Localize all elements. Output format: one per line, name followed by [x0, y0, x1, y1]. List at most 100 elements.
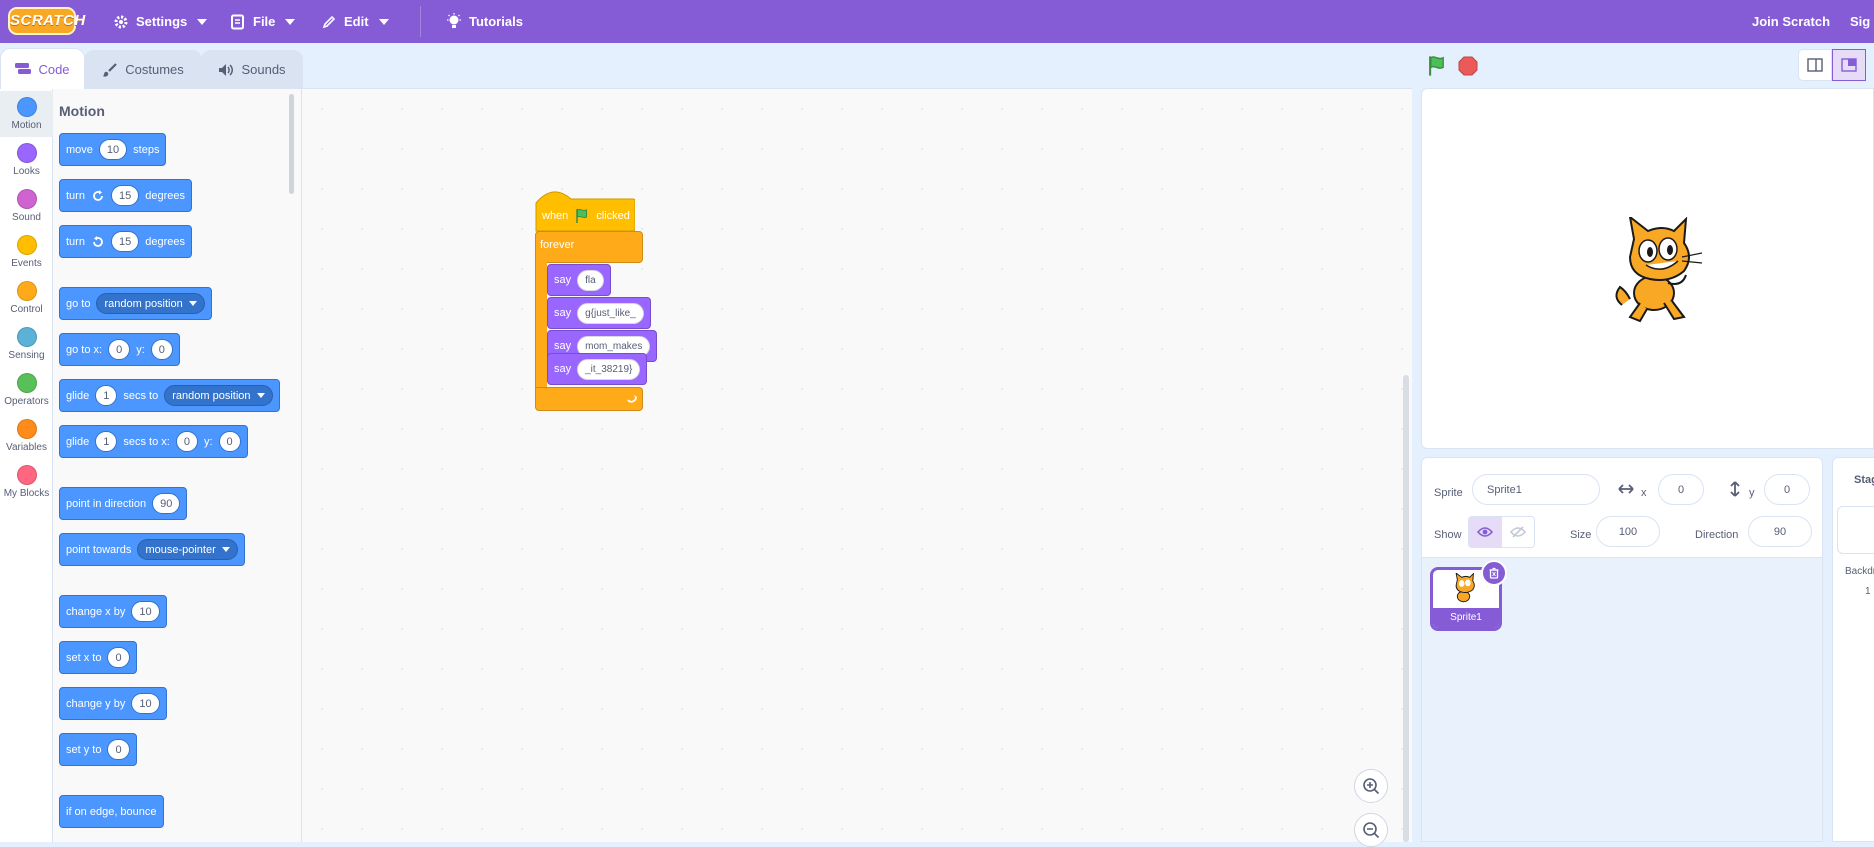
- point-target-dropdown[interactable]: mouse-pointer: [137, 539, 238, 560]
- size-input[interactable]: 100: [1596, 516, 1660, 547]
- palette-scrollbar[interactable]: [289, 94, 294, 194]
- go-to-target-dropdown[interactable]: random position: [96, 293, 205, 314]
- block-say[interactable]: say g{just_like_: [547, 297, 651, 329]
- settings-menu[interactable]: Settings: [113, 0, 208, 43]
- dx-input[interactable]: 10: [131, 601, 160, 622]
- block-set-y[interactable]: set y to 0: [59, 733, 137, 766]
- sprite-name-input[interactable]: Sprite1: [1472, 474, 1600, 505]
- block-if-on-edge-bounce[interactable]: if on edge, bounce: [59, 795, 164, 828]
- category-operators[interactable]: Operators: [0, 367, 53, 413]
- normal-stage-button[interactable]: [1832, 49, 1866, 81]
- edit-menu[interactable]: Edit: [321, 0, 389, 43]
- secs-input[interactable]: 1: [95, 431, 118, 452]
- block-say[interactable]: say fla: [547, 264, 611, 296]
- loop-arrow-icon: [627, 395, 637, 403]
- join-scratch-link[interactable]: Join Scratch: [1752, 0, 1830, 43]
- stage-canvas[interactable]: [1421, 88, 1874, 449]
- tutorials-button[interactable]: Tutorials: [446, 0, 523, 43]
- small-stage-button[interactable]: [1798, 49, 1832, 81]
- zoom-in-button[interactable]: [1354, 769, 1388, 803]
- block-text: if on edge, bounce: [66, 805, 157, 818]
- category-control[interactable]: Control: [0, 275, 53, 321]
- rotate-right-icon: [93, 189, 103, 201]
- edit-label: Edit: [344, 14, 369, 29]
- y-input[interactable]: 0: [218, 431, 241, 452]
- direction-input[interactable]: 90: [152, 493, 181, 514]
- forever-block[interactable]: forever say fla say g{just_like_ say mom…: [535, 231, 658, 413]
- show-sprite-button[interactable]: [1468, 516, 1502, 548]
- degrees-input[interactable]: 15: [110, 231, 140, 252]
- block-glide-xy[interactable]: glide 1 secs to x: 0 y: 0: [59, 425, 248, 458]
- green-flag-icon[interactable]: [1426, 55, 1448, 77]
- stage-thumbnail[interactable]: [1837, 506, 1874, 554]
- file-menu[interactable]: File: [230, 0, 296, 43]
- dropdown-value: random position: [104, 297, 183, 310]
- block-text: clicked: [596, 210, 630, 222]
- tab-sounds[interactable]: Sounds: [201, 50, 303, 88]
- block-text: y:: [136, 343, 145, 356]
- block-turn-right[interactable]: turn 15 degrees: [59, 179, 192, 212]
- tab-costumes[interactable]: Costumes: [84, 50, 202, 88]
- block-point-in-direction[interactable]: point in direction 90: [59, 487, 188, 520]
- stop-icon[interactable]: [1458, 56, 1478, 76]
- x-input[interactable]: 0: [107, 647, 130, 668]
- category-my-blocks[interactable]: My Blocks: [0, 459, 53, 505]
- workspace-scrollbar[interactable]: [1403, 375, 1409, 842]
- category-events[interactable]: Events: [0, 229, 53, 275]
- block-go-to-xy[interactable]: go to x: 0 y: 0: [59, 333, 180, 366]
- dy-input[interactable]: 10: [131, 693, 160, 714]
- say-message-input[interactable]: fla: [577, 269, 604, 291]
- dropdown-value: random position: [172, 389, 251, 402]
- say-message-input[interactable]: g{just_like_: [577, 302, 644, 324]
- scratch-logo[interactable]: SCRATCH: [8, 7, 85, 35]
- say-message-input[interactable]: _it_38219}: [577, 358, 641, 380]
- block-change-y[interactable]: change y by 10: [59, 687, 167, 720]
- category-sound[interactable]: Sound: [0, 183, 53, 229]
- glide-target-dropdown[interactable]: random position: [164, 385, 273, 406]
- category-looks[interactable]: Looks: [0, 137, 53, 183]
- script-workspace[interactable]: when clicked forever say fla say g{just_…: [302, 88, 1412, 847]
- horizontal-arrows-icon: [1618, 484, 1634, 494]
- block-when-flag-clicked[interactable]: when clicked: [542, 204, 630, 228]
- chevron-down-icon: [285, 18, 296, 25]
- chevron-down-icon: [221, 547, 230, 552]
- steps-input[interactable]: 10: [98, 139, 128, 160]
- category-motion[interactable]: Motion: [0, 91, 53, 137]
- block-go-to[interactable]: go to random position: [59, 287, 212, 320]
- brush-icon: [103, 62, 118, 77]
- category-sensing[interactable]: Sensing: [0, 321, 53, 367]
- degrees-input[interactable]: 15: [110, 185, 140, 206]
- block-move-steps[interactable]: move 10 steps: [59, 133, 167, 166]
- hide-sprite-button[interactable]: [1501, 516, 1535, 548]
- y-position-input[interactable]: 0: [1764, 474, 1810, 505]
- x-input[interactable]: 0: [175, 431, 198, 452]
- block-text: when: [542, 210, 569, 222]
- block-say[interactable]: say _it_38219}: [547, 353, 648, 385]
- block-set-x[interactable]: set x to 0: [59, 641, 137, 674]
- block-turn-left[interactable]: turn 15 degrees: [59, 225, 192, 258]
- tab-code[interactable]: Code: [0, 48, 85, 89]
- sprite-info-panel: Sprite Sprite1 x 0 y 0 Show Size 100 Dir…: [1422, 458, 1822, 558]
- script-stack[interactable]: when clicked forever say fla say g{just_…: [535, 183, 658, 413]
- small-stage-icon: [1807, 58, 1823, 72]
- delete-sprite-button[interactable]: [1481, 560, 1507, 586]
- x-input[interactable]: 0: [108, 339, 131, 360]
- stage-selector-pane[interactable]: Stag Backdr 1: [1832, 457, 1874, 842]
- block-point-towards[interactable]: point towards mouse-pointer: [59, 533, 245, 566]
- y-input[interactable]: 0: [107, 739, 130, 760]
- secs-input[interactable]: 1: [95, 385, 118, 406]
- y-input[interactable]: 0: [150, 339, 173, 360]
- block-glide-to[interactable]: glide 1 secs to random position: [59, 379, 280, 412]
- block-text: secs to x:: [123, 435, 170, 448]
- tab-costumes-label: Costumes: [125, 62, 184, 77]
- cat-sprite-image[interactable]: [1612, 217, 1712, 327]
- x-position-input[interactable]: 0: [1658, 474, 1704, 505]
- category-variables[interactable]: Variables: [0, 413, 53, 459]
- category-label: Control: [10, 304, 43, 315]
- sprite-thumbnail-name: Sprite1: [1433, 608, 1499, 628]
- events-dot-icon: [16, 235, 37, 255]
- direction-input[interactable]: 90: [1748, 516, 1812, 547]
- tutorials-label: Tutorials: [469, 14, 523, 29]
- sign-in-link[interactable]: Sig: [1850, 0, 1870, 43]
- block-change-x[interactable]: change x by 10: [59, 595, 167, 628]
